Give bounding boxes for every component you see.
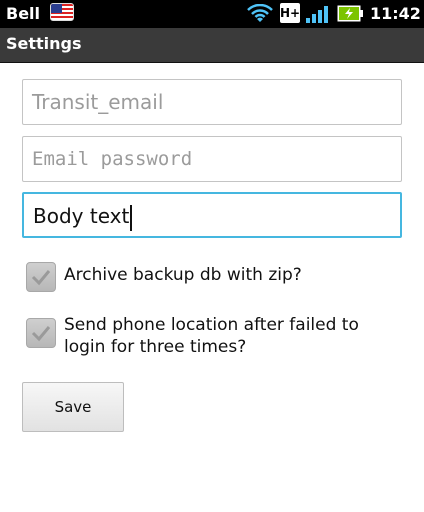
- email-password-placeholder: Email password: [32, 148, 193, 170]
- hplus-network-icon: H+: [280, 3, 300, 23]
- clock: 11:42: [370, 4, 421, 23]
- location-checkbox[interactable]: [26, 318, 56, 348]
- status-bar: Bell H+ 11:42: [0, 0, 424, 28]
- location-checkbox-row[interactable]: Send phone location after failed to logi…: [26, 314, 374, 358]
- archive-checkbox-row[interactable]: Archive backup db with zip?: [26, 260, 374, 292]
- body-text-input[interactable]: Body text: [22, 192, 402, 238]
- us-flag-icon: [50, 3, 74, 21]
- page-title: Settings: [6, 34, 82, 53]
- carrier-name: Bell: [6, 4, 41, 23]
- title-bar: Settings: [0, 28, 424, 63]
- email-account-placeholder: Transit_email: [32, 90, 164, 114]
- location-checkbox-label: Send phone location after failed to logi…: [64, 315, 359, 357]
- signal-icon: [306, 6, 328, 23]
- email-account-input[interactable]: Transit_email: [22, 79, 402, 125]
- email-password-input[interactable]: Email password: [22, 136, 402, 182]
- body-text-value: Body text: [33, 204, 130, 228]
- archive-checkbox-label: Archive backup db with zip?: [64, 265, 302, 285]
- text-caret: [130, 204, 133, 231]
- save-button[interactable]: Save: [22, 382, 124, 432]
- archive-checkbox[interactable]: [26, 262, 56, 292]
- wifi-icon: [247, 4, 273, 22]
- battery-charging-icon: [337, 5, 363, 22]
- check-icon: [31, 270, 51, 286]
- check-icon: [31, 326, 51, 342]
